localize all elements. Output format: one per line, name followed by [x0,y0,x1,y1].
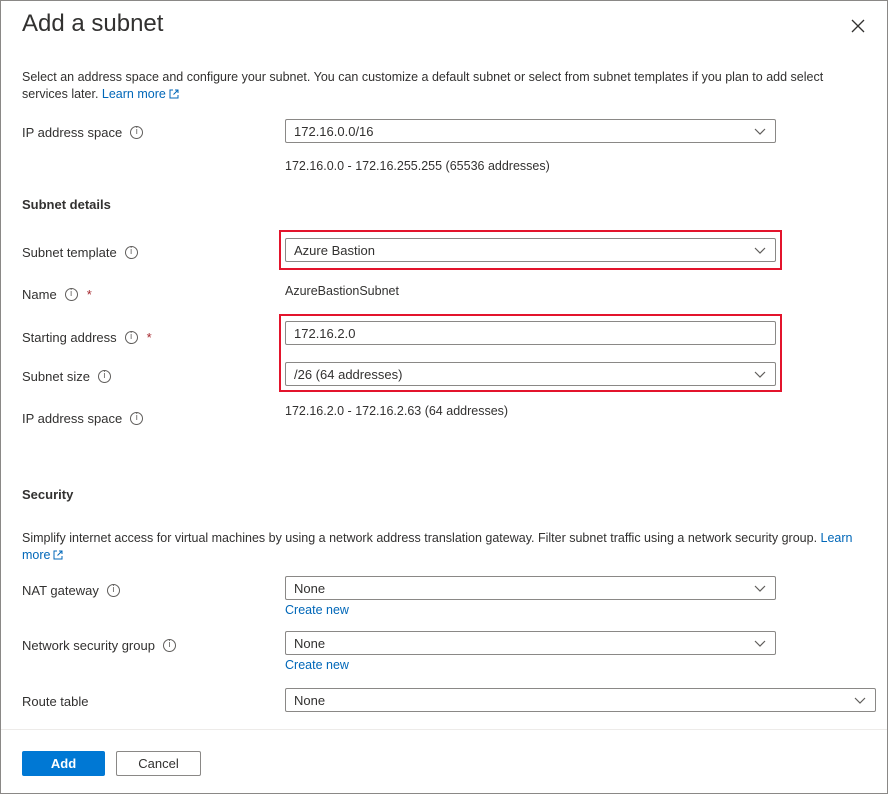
subnet-size-dropdown[interactable]: /26 (64 addresses) [285,362,776,386]
info-icon[interactable]: i [162,638,176,652]
chevron-down-icon [754,247,766,254]
panel-description: Select an address space and configure yo… [22,70,824,101]
subnet-ip-range-text: 172.16.2.0 - 172.16.2.63 (64 addresses) [285,404,509,418]
cancel-button[interactable]: Cancel [116,751,201,776]
chevron-down-icon [754,371,766,378]
required-marker: * [86,286,92,302]
subnet-ip-space-label: IP address space i [22,408,144,428]
nat-create-new-link[interactable]: Create new [285,603,349,617]
ip-address-space-label: IP address space i [22,122,144,142]
security-description: Simplify internet access for virtual mac… [22,531,853,562]
ip-address-space-dropdown[interactable]: 172.16.0.0/16 [285,119,776,143]
info-icon[interactable]: i [124,245,138,259]
external-link-icon [169,89,179,99]
subnet-template-dropdown[interactable]: Azure Bastion [285,238,776,262]
subnet-details-heading: Subnet details [22,197,111,212]
chevron-down-icon [854,697,866,704]
nsg-create-new-link[interactable]: Create new [285,658,349,672]
chevron-down-icon [754,585,766,592]
chevron-down-icon [754,640,766,647]
footer-divider [1,729,887,730]
close-button[interactable] [847,15,869,37]
subnet-template-label: Subnet template i [22,242,138,262]
close-icon [851,19,865,33]
nsg-dropdown[interactable]: None [285,631,776,655]
nat-gateway-label: NAT gateway i [22,580,120,600]
info-icon[interactable]: i [106,583,120,597]
info-icon[interactable]: i [130,411,144,425]
info-icon[interactable]: i [64,287,78,301]
name-label: Name i * [22,286,92,302]
info-icon[interactable]: i [124,330,138,344]
starting-address-label: Starting address i * [22,329,152,345]
panel-title: Add a subnet [22,10,164,37]
chevron-down-icon [754,128,766,135]
required-marker: * [146,329,152,345]
subnet-name-value: AzureBastionSubnet [285,284,399,298]
info-icon[interactable]: i [97,369,111,383]
info-icon[interactable]: i [130,125,144,139]
learn-more-link[interactable]: Learn more [102,87,179,101]
external-link-icon [53,550,63,560]
nat-gateway-dropdown[interactable]: None [285,576,776,600]
subnet-size-label: Subnet size i [22,366,111,386]
ip-address-range-text: 172.16.0.0 - 172.16.255.255 (65536 addre… [285,159,550,173]
add-button[interactable]: Add [22,751,105,776]
starting-address-input[interactable]: 172.16.2.0 [285,321,776,345]
add-subnet-panel: Add a subnet Select an address space and… [0,0,888,794]
route-table-label: Route table [22,693,89,709]
security-heading: Security [22,487,74,502]
nsg-label: Network security group i [22,635,176,655]
route-table-dropdown[interactable]: None [285,688,876,712]
